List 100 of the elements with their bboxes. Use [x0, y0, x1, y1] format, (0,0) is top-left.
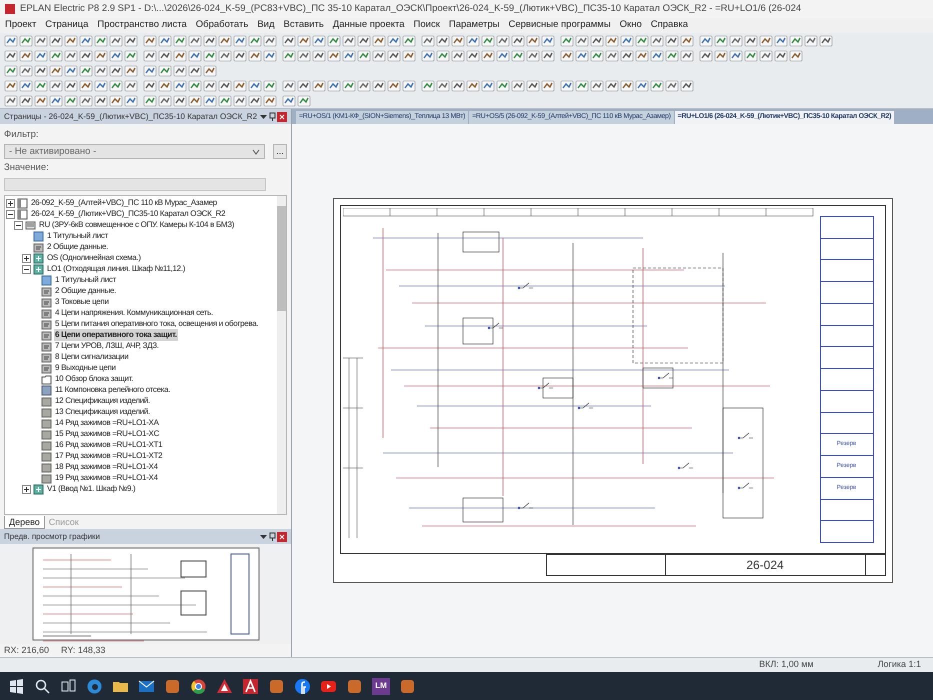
tool-icon[interactable] — [436, 50, 450, 62]
tool-icon[interactable] — [680, 34, 694, 46]
tool-icon[interactable] — [263, 94, 277, 106]
tool-icon[interactable] — [248, 80, 262, 92]
tool-icon[interactable] — [372, 34, 386, 46]
tool-icon[interactable] — [233, 80, 247, 92]
tool-icon[interactable] — [203, 64, 217, 76]
tool-icon[interactable] — [804, 34, 818, 46]
close-icon[interactable] — [277, 112, 287, 122]
tool-icon[interactable] — [342, 50, 356, 62]
tool-icon[interactable] — [233, 34, 247, 46]
tool-icon[interactable] — [4, 34, 18, 46]
tool-icon[interactable] — [173, 50, 187, 62]
taskbar-app-icon[interactable] — [190, 678, 207, 694]
tool-icon[interactable] — [402, 34, 416, 46]
tool-icon[interactable] — [699, 34, 713, 46]
tool-icon[interactable] — [173, 80, 187, 92]
tool-icon[interactable] — [49, 50, 63, 62]
tool-icon[interactable] — [665, 80, 679, 92]
tool-icon[interactable] — [203, 50, 217, 62]
tool-icon[interactable] — [714, 34, 728, 46]
tool-icon[interactable] — [34, 50, 48, 62]
tool-icon[interactable] — [79, 34, 93, 46]
tool-icon[interactable] — [605, 80, 619, 92]
tool-icon[interactable] — [650, 80, 664, 92]
tool-icon[interactable] — [143, 34, 157, 46]
tool-icon[interactable] — [124, 50, 138, 62]
tool-icon[interactable] — [143, 80, 157, 92]
tool-icon[interactable] — [143, 64, 157, 76]
tool-icon[interactable] — [357, 80, 371, 92]
tool-icon[interactable] — [4, 64, 18, 76]
tool-icon[interactable] — [680, 50, 694, 62]
tool-icon[interactable] — [327, 50, 341, 62]
tree-item[interactable]: LO1 (Отходящая линия. Шкаф №11,12.) — [46, 263, 186, 275]
menu-item[interactable]: Параметры — [448, 18, 500, 33]
taskbar-app-icon[interactable] — [60, 678, 77, 694]
tool-icon[interactable] — [4, 94, 18, 106]
expand-icon[interactable] — [22, 254, 31, 262]
tree-item[interactable]: RU (ЗРУ-6кВ совмещенное с ОПУ. Камеры К-104 в БМЗ) — [38, 219, 236, 231]
tool-icon[interactable] — [248, 50, 262, 62]
tool-icon[interactable] — [124, 94, 138, 106]
tool-icon[interactable] — [635, 50, 649, 62]
tool-icon[interactable] — [372, 50, 386, 62]
tool-icon[interactable] — [173, 64, 187, 76]
tree-item[interactable]: 18 Ряд зажимов =RU+LO1-X4 — [54, 461, 159, 473]
scrollbar[interactable] — [277, 196, 286, 514]
taskbar-app-icon[interactable] — [242, 678, 259, 694]
tool-icon[interactable] — [64, 50, 78, 62]
tool-icon[interactable] — [109, 50, 123, 62]
tree-item[interactable]: 3 Токовые цепи — [54, 296, 110, 308]
tool-icon[interactable] — [263, 80, 277, 92]
tool-icon[interactable] — [94, 34, 108, 46]
tool-icon[interactable] — [729, 50, 743, 62]
tool-icon[interactable] — [575, 50, 589, 62]
taskbar-app-icon[interactable] — [216, 678, 233, 694]
tree-item[interactable]: 2 Общие данные. — [54, 285, 118, 297]
menu-item[interactable]: Пространство листа — [96, 18, 188, 33]
tool-icon[interactable] — [282, 80, 296, 92]
tool-icon[interactable] — [79, 94, 93, 106]
collapse-icon[interactable] — [14, 220, 23, 230]
tool-icon[interactable] — [203, 94, 217, 106]
menu-item[interactable]: Проект — [4, 18, 38, 33]
tool-icon[interactable] — [64, 34, 78, 46]
collapse-icon[interactable] — [22, 264, 31, 274]
menu-item[interactable]: Сервисные программы — [508, 18, 612, 33]
tool-icon[interactable] — [342, 34, 356, 46]
tool-icon[interactable] — [436, 34, 450, 46]
tool-icon[interactable] — [620, 50, 634, 62]
tool-icon[interactable] — [387, 34, 401, 46]
tree-item[interactable]: 16 Ряд зажимов =RU+LO1-XT1 — [54, 439, 164, 451]
search-icon[interactable] — [34, 678, 51, 694]
tool-icon[interactable] — [575, 80, 589, 92]
tool-icon[interactable] — [774, 50, 788, 62]
menu-item[interactable]: Окно — [618, 18, 643, 33]
tool-icon[interactable] — [590, 80, 604, 92]
tool-icon[interactable] — [421, 50, 435, 62]
tool-icon[interactable] — [451, 50, 465, 62]
windows-icon[interactable] — [8, 678, 25, 694]
tool-icon[interactable] — [297, 50, 311, 62]
tool-icon[interactable] — [481, 50, 495, 62]
tool-icon[interactable] — [188, 94, 202, 106]
tool-icon[interactable] — [436, 80, 450, 92]
tool-icon[interactable] — [233, 50, 247, 62]
tree-item[interactable]: 4 Цепи напряжения. Коммуникационная сеть. — [54, 307, 214, 319]
tool-icon[interactable] — [203, 34, 217, 46]
tool-icon[interactable] — [34, 34, 48, 46]
tool-icon[interactable] — [481, 34, 495, 46]
tool-icon[interactable] — [158, 64, 172, 76]
expand-icon[interactable] — [6, 198, 15, 208]
tree-item[interactable]: 5 Цепи питания оперативного тока, освещения и обогрева. — [54, 318, 260, 330]
tool-icon[interactable] — [789, 50, 803, 62]
tool-icon[interactable] — [158, 50, 172, 62]
tool-icon[interactable] — [451, 80, 465, 92]
tool-icon[interactable] — [188, 34, 202, 46]
tool-icon[interactable] — [19, 80, 33, 92]
panel-tab[interactable]: Дерево — [4, 516, 45, 529]
tree-item[interactable]: 13 Спецификация изделий. — [54, 406, 151, 418]
tool-icon[interactable] — [173, 34, 187, 46]
menu-item[interactable]: Поиск — [412, 18, 441, 33]
tool-icon[interactable] — [511, 50, 525, 62]
